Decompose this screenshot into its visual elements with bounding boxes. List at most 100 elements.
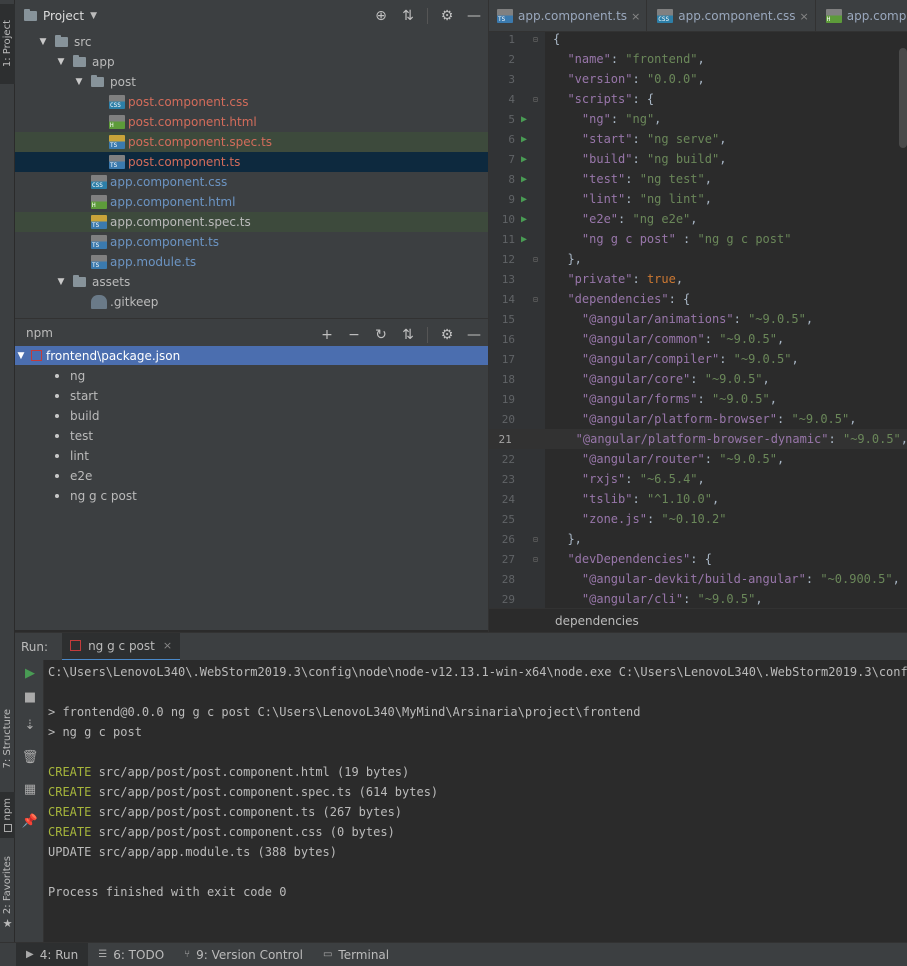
npm-script-item[interactable]: build — [55, 406, 100, 426]
fold-icon[interactable]: ⊟ — [533, 295, 545, 304]
tree-row[interactable]: ▼ app — [15, 52, 488, 72]
code-text: "zone.js": "~0.10.2" — [581, 512, 727, 526]
collapse-icon[interactable]: ⇅ — [400, 327, 416, 343]
locate-icon[interactable]: ⊕ — [373, 8, 389, 24]
line-number: 17 — [501, 352, 515, 366]
fold-icon[interactable]: ⊟ — [533, 35, 545, 44]
code-line: 25 "zone.js": "~0.10.2" — [489, 509, 907, 529]
rerun-icon[interactable]: ▶ — [21, 666, 39, 684]
fold-icon[interactable]: ⊟ — [533, 255, 545, 264]
tree-row[interactable]: ▼ assets — [15, 272, 488, 292]
npm-script-label: test — [70, 429, 94, 443]
code-line: 14 ⊟ "dependencies": { — [489, 289, 907, 309]
tree-row[interactable]: .gitkeep — [15, 292, 488, 312]
run-script-icon[interactable]: ▶ — [521, 174, 533, 185]
close-icon[interactable]: × — [163, 639, 172, 652]
code-line: 1 ⊟ { — [489, 29, 907, 49]
structure-tool-tab[interactable]: 7: Structure — [0, 700, 15, 778]
line-number: 9 — [508, 192, 515, 206]
close-icon[interactable]: × — [800, 10, 809, 23]
fold-icon[interactable]: ⊟ — [533, 555, 545, 564]
npm-script-item[interactable]: ng g c post — [55, 486, 137, 506]
tree-row[interactable]: TS app.component.spec.ts — [15, 212, 488, 232]
header-divider — [427, 327, 428, 343]
run-panel-header: Run: ng g c post × — [15, 632, 907, 661]
folder-icon — [91, 75, 104, 87]
run-script-icon[interactable]: ▶ — [521, 194, 533, 205]
editor-tab[interactable]: CSS app.component.css × — [647, 0, 816, 31]
editor-tab-label: app.component.ts — [518, 9, 628, 23]
expand-triangle-icon[interactable]: ▼ — [37, 37, 49, 47]
code-line: 24 "tslib": "^1.10.0", — [489, 489, 907, 509]
run-script-icon[interactable]: ▶ — [521, 214, 533, 225]
hide-panel-icon[interactable]: — — [466, 8, 482, 24]
tree-row[interactable]: Hpost.component.html — [15, 112, 488, 132]
tree-row[interactable]: TS post.component.spec.ts — [15, 132, 488, 152]
tree-row[interactable]: ▼ src — [15, 32, 488, 52]
editor-scrollbar[interactable] — [899, 48, 907, 148]
expand-triangle-icon[interactable]: ▼ — [73, 77, 85, 87]
expand-triangle-icon[interactable]: ▼ — [55, 277, 67, 287]
npm-script-item[interactable]: start — [55, 386, 98, 406]
editor-tab[interactable]: TS app.component.ts × — [489, 0, 648, 31]
code-text: "@angular/animations": "~9.0.5", — [581, 312, 814, 326]
bottom-tab[interactable]: ⑂ 9: Version Control — [174, 943, 313, 966]
favorites-tool-tab[interactable]: 2: Favorites ★ — [0, 852, 15, 934]
editor-tab[interactable]: Happ.component.html — [816, 0, 907, 31]
expand-triangle-icon[interactable]: ▼ — [15, 351, 27, 361]
project-view-selector[interactable]: Project ▼ — [24, 9, 97, 23]
run-config-tab[interactable]: ng g c post × — [62, 632, 181, 661]
bottom-tab[interactable]: ▶ 4: Run — [16, 942, 89, 966]
trash-icon[interactable]: 🗑 — [21, 750, 39, 768]
line-number: 20 — [501, 412, 515, 426]
run-console[interactable]: C:\Users\LenovoL340\.WebStorm2019.3\conf… — [44, 660, 907, 942]
hide-panel-icon[interactable]: — — [466, 327, 482, 343]
gear-icon[interactable]: ⚙ — [439, 8, 455, 24]
layout-icon[interactable]: ▦ — [21, 782, 39, 800]
tree-row[interactable]: ▼ post — [15, 72, 488, 92]
code-line: 13 "private": true, — [489, 269, 907, 289]
tree-row[interactable]: TS app.component.ts — [15, 232, 488, 252]
breadcrumb-item[interactable]: dependencies — [555, 614, 639, 628]
scroll-to-end-icon[interactable]: ⇣ — [21, 718, 39, 736]
npm-tool-tab[interactable]: npm — [0, 792, 15, 838]
tree-row[interactable]: TS app.module.ts — [15, 252, 488, 272]
run-script-icon[interactable]: ▶ — [521, 134, 533, 145]
bullet-icon — [55, 394, 59, 398]
close-icon[interactable]: × — [631, 10, 640, 23]
project-tool-tab[interactable]: 1: Project — [0, 4, 15, 84]
npm-script-item[interactable]: ng — [55, 366, 85, 386]
fold-icon[interactable]: ⊟ — [533, 535, 545, 544]
bottom-tab[interactable]: ▭ Terminal — [313, 943, 399, 966]
npm-script-item[interactable]: lint — [55, 446, 89, 466]
tree-row[interactable]: CSS post.component.css — [15, 92, 488, 112]
tree-item-label: app.component.spec.ts — [110, 215, 251, 229]
gear-icon[interactable]: ⚙ — [439, 327, 455, 343]
fold-icon[interactable]: ⊟ — [533, 95, 545, 104]
collapse-all-icon[interactable]: ⇅ — [400, 8, 416, 24]
run-script-icon[interactable]: ▶ — [521, 154, 533, 165]
refresh-icon[interactable]: ↻ — [373, 327, 389, 343]
code-line: 22 "@angular/router": "~9.0.5", — [489, 449, 907, 469]
npm-package-root[interactable]: ▼ frontend\package.json — [15, 346, 488, 365]
bottom-tab[interactable]: ☰ 6: TODO — [88, 943, 174, 966]
run-script-icon[interactable]: ▶ — [521, 234, 533, 245]
npm-script-item[interactable]: e2e — [55, 466, 92, 486]
add-icon[interactable]: + — [319, 327, 335, 343]
tree-row[interactable]: TS post.component.ts — [15, 152, 488, 172]
npm-script-label: build — [70, 409, 100, 423]
stop-icon[interactable]: ■ — [21, 690, 39, 708]
tree-row[interactable]: Happ.component.html — [15, 192, 488, 212]
run-script-icon[interactable]: ▶ — [521, 114, 533, 125]
code-text: "@angular/platform-browser-dynamic": "~9… — [575, 432, 907, 446]
console-create-prefix: CREATE — [48, 785, 92, 799]
expand-triangle-icon[interactable]: ▼ — [55, 57, 67, 67]
code-text: }, — [553, 252, 582, 266]
npm-script-item[interactable]: test — [55, 426, 93, 446]
editor-tab-bar: TS app.component.ts × CSS app.component.css ×… — [489, 0, 907, 32]
pin-icon[interactable]: 📌 — [21, 814, 39, 832]
tree-row[interactable]: CSS app.component.css — [15, 172, 488, 192]
line-number: 23 — [501, 472, 515, 486]
remove-icon[interactable]: − — [346, 327, 362, 343]
console-line: CREATE src/app/post/post.component.ts (2… — [48, 802, 402, 822]
